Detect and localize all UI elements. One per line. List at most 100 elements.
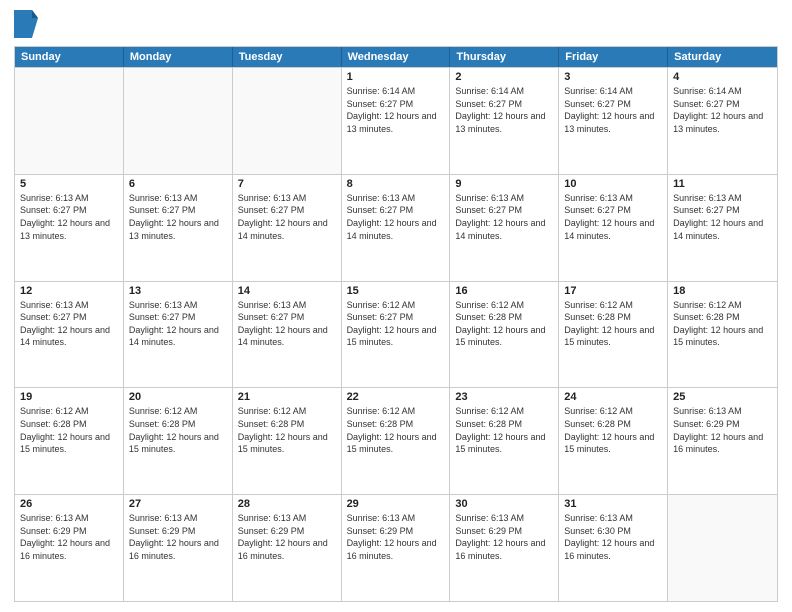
calendar-cell: 26 Sunrise: 6:13 AM Sunset: 6:29 PM Dayli… bbox=[15, 495, 124, 601]
logo-icon bbox=[14, 10, 38, 38]
day-info: Sunrise: 6:12 AM Sunset: 6:28 PM Dayligh… bbox=[20, 405, 118, 455]
day-number: 8 bbox=[347, 178, 445, 190]
day-info: Sunrise: 6:13 AM Sunset: 6:27 PM Dayligh… bbox=[20, 299, 118, 349]
calendar-header-row: SundayMondayTuesdayWednesdayThursdayFrid… bbox=[15, 47, 777, 67]
calendar-cell: 18 Sunrise: 6:12 AM Sunset: 6:28 PM Dayli… bbox=[668, 282, 777, 388]
day-info: Sunrise: 6:12 AM Sunset: 6:28 PM Dayligh… bbox=[564, 299, 662, 349]
day-number: 6 bbox=[129, 178, 227, 190]
calendar-cell: 27 Sunrise: 6:13 AM Sunset: 6:29 PM Dayli… bbox=[124, 495, 233, 601]
calendar-cell: 20 Sunrise: 6:12 AM Sunset: 6:28 PM Dayli… bbox=[124, 388, 233, 494]
day-info: Sunrise: 6:14 AM Sunset: 6:27 PM Dayligh… bbox=[455, 85, 553, 135]
day-info: Sunrise: 6:13 AM Sunset: 6:27 PM Dayligh… bbox=[564, 192, 662, 242]
day-number: 16 bbox=[455, 285, 553, 297]
day-number: 3 bbox=[564, 71, 662, 83]
day-info: Sunrise: 6:13 AM Sunset: 6:29 PM Dayligh… bbox=[347, 512, 445, 562]
header-day-thursday: Thursday bbox=[450, 47, 559, 67]
calendar-cell: 13 Sunrise: 6:13 AM Sunset: 6:27 PM Dayli… bbox=[124, 282, 233, 388]
day-number: 19 bbox=[20, 391, 118, 403]
day-info: Sunrise: 6:13 AM Sunset: 6:27 PM Dayligh… bbox=[238, 299, 336, 349]
day-info: Sunrise: 6:12 AM Sunset: 6:28 PM Dayligh… bbox=[564, 405, 662, 455]
calendar-cell: 19 Sunrise: 6:12 AM Sunset: 6:28 PM Dayli… bbox=[15, 388, 124, 494]
day-number: 1 bbox=[347, 71, 445, 83]
day-number: 27 bbox=[129, 498, 227, 510]
day-info: Sunrise: 6:13 AM Sunset: 6:27 PM Dayligh… bbox=[673, 192, 772, 242]
calendar-cell bbox=[233, 68, 342, 174]
day-number: 24 bbox=[564, 391, 662, 403]
header-day-wednesday: Wednesday bbox=[342, 47, 451, 67]
calendar-cell: 17 Sunrise: 6:12 AM Sunset: 6:28 PM Dayli… bbox=[559, 282, 668, 388]
day-number: 22 bbox=[347, 391, 445, 403]
calendar-cell: 11 Sunrise: 6:13 AM Sunset: 6:27 PM Dayli… bbox=[668, 175, 777, 281]
calendar: SundayMondayTuesdayWednesdayThursdayFrid… bbox=[14, 46, 778, 602]
day-info: Sunrise: 6:12 AM Sunset: 6:28 PM Dayligh… bbox=[347, 405, 445, 455]
day-info: Sunrise: 6:13 AM Sunset: 6:27 PM Dayligh… bbox=[455, 192, 553, 242]
calendar-cell: 30 Sunrise: 6:13 AM Sunset: 6:29 PM Dayli… bbox=[450, 495, 559, 601]
calendar-cell: 31 Sunrise: 6:13 AM Sunset: 6:30 PM Dayli… bbox=[559, 495, 668, 601]
calendar-cell bbox=[124, 68, 233, 174]
calendar-week-0: 1 Sunrise: 6:14 AM Sunset: 6:27 PM Daylig… bbox=[15, 67, 777, 174]
day-info: Sunrise: 6:14 AM Sunset: 6:27 PM Dayligh… bbox=[564, 85, 662, 135]
calendar-cell: 28Sunrise: 6:13 AM Sunset: 6:29 PM Dayli… bbox=[233, 495, 342, 601]
day-number: 23 bbox=[455, 391, 553, 403]
day-info: Sunrise: 6:14 AM Sunset: 6:27 PM Dayligh… bbox=[673, 85, 772, 135]
day-info: Sunrise: 6:13 AM Sunset: 6:29 PM Dayligh… bbox=[455, 512, 553, 562]
day-info: Sunrise: 6:13 AM Sunset: 6:27 PM Dayligh… bbox=[129, 192, 227, 242]
calendar-cell: 2 Sunrise: 6:14 AM Sunset: 6:27 PM Daylig… bbox=[450, 68, 559, 174]
calendar-week-4: 26 Sunrise: 6:13 AM Sunset: 6:29 PM Dayli… bbox=[15, 494, 777, 601]
day-info: Sunrise: 6:12 AM Sunset: 6:28 PM Dayligh… bbox=[238, 405, 336, 455]
header-day-friday: Friday bbox=[559, 47, 668, 67]
day-info: Sunrise: 6:14 AM Sunset: 6:27 PM Dayligh… bbox=[347, 85, 445, 135]
header-day-saturday: Saturday bbox=[668, 47, 777, 67]
calendar-cell: 9 Sunrise: 6:13 AM Sunset: 6:27 PM Daylig… bbox=[450, 175, 559, 281]
header-day-sunday: Sunday bbox=[15, 47, 124, 67]
day-info: Sunrise: 6:13 AM Sunset: 6:27 PM Dayligh… bbox=[347, 192, 445, 242]
day-info: Sunrise: 6:13 AM Sunset: 6:29 PM Dayligh… bbox=[20, 512, 118, 562]
day-number: 11 bbox=[673, 178, 772, 190]
day-info: Sunrise: 6:13 AM Sunset: 6:29 PM Dayligh… bbox=[673, 405, 772, 455]
day-number: 20 bbox=[129, 391, 227, 403]
calendar-cell bbox=[15, 68, 124, 174]
calendar-cell: 5Sunrise: 6:13 AM Sunset: 6:27 PM Daylig… bbox=[15, 175, 124, 281]
day-number: 7 bbox=[238, 178, 336, 190]
day-number: 9 bbox=[455, 178, 553, 190]
day-number: 18 bbox=[673, 285, 772, 297]
day-info: Sunrise: 6:13 AM Sunset: 6:27 PM Dayligh… bbox=[129, 299, 227, 349]
calendar-cell: 4 Sunrise: 6:14 AM Sunset: 6:27 PM Daylig… bbox=[668, 68, 777, 174]
day-number: 13 bbox=[129, 285, 227, 297]
calendar-week-2: 12 Sunrise: 6:13 AM Sunset: 6:27 PM Dayli… bbox=[15, 281, 777, 388]
day-number: 14 bbox=[238, 285, 336, 297]
calendar-cell: 22 Sunrise: 6:12 AM Sunset: 6:28 PM Dayli… bbox=[342, 388, 451, 494]
day-info: Sunrise: 6:12 AM Sunset: 6:28 PM Dayligh… bbox=[129, 405, 227, 455]
page: SundayMondayTuesdayWednesdayThursdayFrid… bbox=[0, 0, 792, 612]
day-number: 26 bbox=[20, 498, 118, 510]
calendar-cell: 23 Sunrise: 6:12 AM Sunset: 6:28 PM Dayli… bbox=[450, 388, 559, 494]
calendar-cell: 21 Sunrise: 6:12 AM Sunset: 6:28 PM Dayli… bbox=[233, 388, 342, 494]
day-number: 31 bbox=[564, 498, 662, 510]
day-number: 12 bbox=[20, 285, 118, 297]
day-number: 25 bbox=[673, 391, 772, 403]
day-number: 2 bbox=[455, 71, 553, 83]
day-number: 10 bbox=[564, 178, 662, 190]
day-info: Sunrise: 6:12 AM Sunset: 6:28 PM Dayligh… bbox=[673, 299, 772, 349]
calendar-cell: 1 Sunrise: 6:14 AM Sunset: 6:27 PM Daylig… bbox=[342, 68, 451, 174]
day-info: Sunrise: 6:12 AM Sunset: 6:28 PM Dayligh… bbox=[455, 299, 553, 349]
calendar-cell: 3 Sunrise: 6:14 AM Sunset: 6:27 PM Daylig… bbox=[559, 68, 668, 174]
day-number: 21 bbox=[238, 391, 336, 403]
day-number: 17 bbox=[564, 285, 662, 297]
calendar-cell: 6 Sunrise: 6:13 AM Sunset: 6:27 PM Daylig… bbox=[124, 175, 233, 281]
day-number: 30 bbox=[455, 498, 553, 510]
header-day-tuesday: Tuesday bbox=[233, 47, 342, 67]
calendar-cell: 12 Sunrise: 6:13 AM Sunset: 6:27 PM Dayli… bbox=[15, 282, 124, 388]
day-info: Sunrise: 6:13 AM Sunset: 6:29 PM Dayligh… bbox=[129, 512, 227, 562]
header-day-monday: Monday bbox=[124, 47, 233, 67]
calendar-week-3: 19 Sunrise: 6:12 AM Sunset: 6:28 PM Dayli… bbox=[15, 387, 777, 494]
calendar-cell: 24 Sunrise: 6:12 AM Sunset: 6:28 PM Dayli… bbox=[559, 388, 668, 494]
calendar-cell: 7Sunrise: 6:13 AM Sunset: 6:27 PM Daylig… bbox=[233, 175, 342, 281]
day-number: 5 bbox=[20, 178, 118, 190]
day-info: Sunrise: 6:12 AM Sunset: 6:28 PM Dayligh… bbox=[455, 405, 553, 455]
calendar-cell: 16 Sunrise: 6:12 AM Sunset: 6:28 PM Dayli… bbox=[450, 282, 559, 388]
day-info: Sunrise: 6:13 AM Sunset: 6:30 PM Dayligh… bbox=[564, 512, 662, 562]
day-info: Sunrise: 6:13 AM Sunset: 6:29 PM Dayligh… bbox=[238, 512, 336, 562]
day-number: 4 bbox=[673, 71, 772, 83]
calendar-cell: 29Sunrise: 6:13 AM Sunset: 6:29 PM Dayli… bbox=[342, 495, 451, 601]
